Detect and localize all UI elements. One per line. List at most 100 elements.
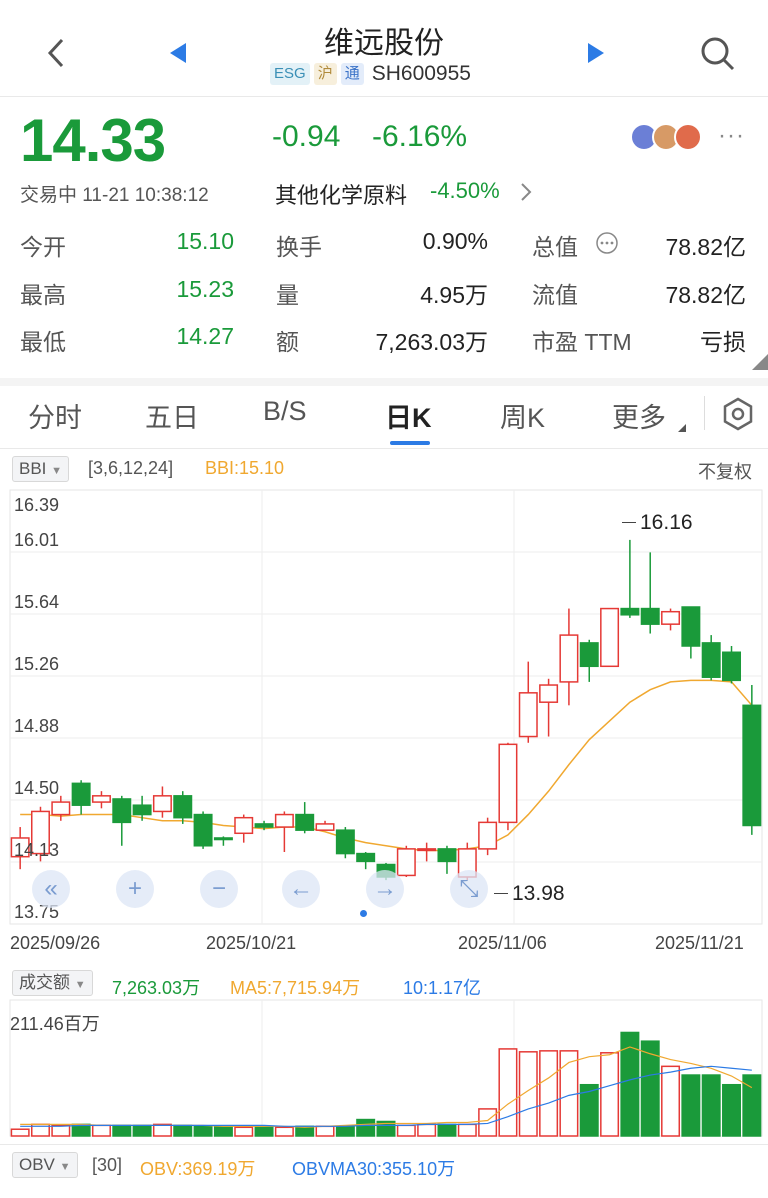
pe-label: 市盈 TTM xyxy=(532,329,632,355)
volume-bar xyxy=(132,1124,152,1137)
open-label: 今开 xyxy=(20,234,66,260)
more-icon[interactable]: ··· xyxy=(718,122,745,150)
low-label: 最低 xyxy=(20,329,66,355)
esg-tag[interactable]: ESG xyxy=(270,63,310,85)
candle-body xyxy=(600,607,620,668)
zoom-in-button[interactable]: + xyxy=(116,870,154,908)
candle-body xyxy=(539,684,559,703)
bbi-value: BBI:15.10 xyxy=(205,458,285,478)
candle-body xyxy=(722,651,742,682)
industry-change[interactable]: -4.50% xyxy=(430,178,500,204)
tab-more[interactable]: 更多 xyxy=(612,396,666,435)
volume-chart[interactable] xyxy=(0,998,768,1140)
candle-body xyxy=(620,607,640,616)
tab-intraday[interactable]: 分时 xyxy=(28,396,82,435)
volume-bar xyxy=(417,1123,437,1137)
candle-body xyxy=(640,607,660,625)
pe-value: 亏损 xyxy=(700,329,746,355)
chevron-down-icon: ▼ xyxy=(51,465,63,477)
candle-body xyxy=(335,829,355,855)
candle-body xyxy=(681,606,701,647)
candle-body xyxy=(91,795,111,803)
turnover-label: 换手 xyxy=(276,234,322,260)
expand-corner-icon[interactable] xyxy=(752,354,768,370)
x-axis-label: 2025/11/21 xyxy=(655,933,744,953)
volume-indicator-select[interactable]: 成交额 ▼ xyxy=(12,970,93,996)
tab-weekly-k[interactable]: 周K xyxy=(500,396,545,435)
candle-body xyxy=(152,795,172,813)
settings-icon[interactable] xyxy=(722,397,754,431)
tab-daily-k[interactable]: 日K xyxy=(385,396,432,435)
next-stock-icon[interactable] xyxy=(588,43,604,63)
zoom-out-button[interactable]: − xyxy=(200,870,238,908)
volume-bar xyxy=(437,1123,457,1137)
obv-ma-value: OBVMA30:355.10万 xyxy=(292,1159,456,1179)
tab-five-day[interactable]: 五日 xyxy=(145,396,199,435)
volume-bar xyxy=(701,1074,721,1137)
fullscreen-button[interactable]: ⤡ xyxy=(450,870,488,908)
open-value: 15.10 xyxy=(176,228,234,254)
high-label: 最高 xyxy=(20,282,66,308)
info-icon[interactable] xyxy=(595,231,619,255)
candle-body xyxy=(315,823,335,831)
volume-label: 量 xyxy=(276,282,299,308)
volume-bar xyxy=(600,1052,620,1137)
indicator-select[interactable]: BBI ▼ xyxy=(12,456,70,482)
obv-value: OBV:369.19万 xyxy=(140,1159,256,1179)
candle-body xyxy=(234,816,254,835)
volume-bar xyxy=(356,1118,376,1137)
high-marker-line xyxy=(622,522,636,523)
float-cap-value: 78.82亿 xyxy=(665,282,746,308)
stock-code: SH600955 xyxy=(371,62,471,85)
community-avatars[interactable] xyxy=(630,123,702,151)
volume-bar xyxy=(152,1123,172,1137)
obv-indicator-select[interactable]: OBV ▼ xyxy=(12,1152,78,1178)
candle-body xyxy=(478,821,498,850)
scroll-left-button[interactable]: ← xyxy=(282,870,320,908)
trade-status: 交易中 11-21 10:38:12 xyxy=(20,185,209,206)
chevron-right-icon[interactable] xyxy=(520,182,532,202)
industry-name[interactable]: 其他化学原料 xyxy=(275,178,407,210)
candle-body xyxy=(742,704,762,827)
price-change-pct: -6.16% xyxy=(372,120,468,153)
candle-body xyxy=(173,795,193,819)
scroll-right-button[interactable]: → xyxy=(366,870,404,908)
stock-tags: ESG 沪 通 SH600955 xyxy=(270,62,471,86)
candle-body xyxy=(51,801,71,816)
volume-bar xyxy=(498,1048,518,1137)
market-cap-value: 78.82亿 xyxy=(665,234,746,260)
obv-param: [30] xyxy=(92,1155,123,1175)
connect-tag: 通 xyxy=(340,63,364,85)
chevron-down-icon: ▼ xyxy=(59,1161,71,1173)
candle-body xyxy=(579,642,599,668)
volume-bar xyxy=(274,1126,294,1137)
tab-bs[interactable]: B/S xyxy=(263,396,307,427)
caret-icon xyxy=(678,424,686,432)
tab-divider xyxy=(704,396,705,430)
section-gap xyxy=(0,378,768,386)
obv-select-label: OBV xyxy=(19,1155,55,1174)
volume-bar xyxy=(661,1065,681,1137)
candle-body xyxy=(213,837,233,841)
volume-bar xyxy=(396,1124,416,1137)
page-dot xyxy=(360,910,367,917)
low-marker-line xyxy=(494,893,508,894)
high-marker: 16.16 xyxy=(640,511,693,534)
volume-bar xyxy=(112,1124,132,1137)
y-axis-label: 14.13 xyxy=(14,840,60,860)
search-icon[interactable] xyxy=(700,36,736,72)
low-marker: 13.98 xyxy=(512,882,565,905)
candle-body xyxy=(498,743,518,824)
candle-body xyxy=(518,692,538,738)
chart-frame xyxy=(9,489,763,925)
adjust-mode[interactable]: 不复权 xyxy=(698,458,752,484)
volume-bar xyxy=(91,1124,111,1137)
market-cap-label: 总值 xyxy=(532,234,578,260)
turnover-value: 0.90% xyxy=(422,228,488,254)
bbi-line xyxy=(20,679,753,852)
kline-chart[interactable] xyxy=(0,488,768,928)
scroll-start-button[interactable]: « xyxy=(32,870,70,908)
y-axis-label: 16.39 xyxy=(14,495,60,515)
tab-active-indicator xyxy=(390,441,430,445)
volume-bar xyxy=(559,1050,579,1137)
